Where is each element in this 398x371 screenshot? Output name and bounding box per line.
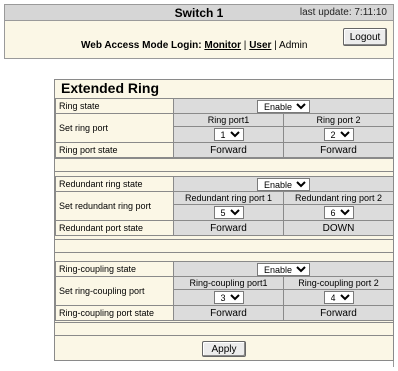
apply-button[interactable]: Apply: [202, 341, 246, 357]
ring-state-label: Ring state: [55, 98, 174, 114]
panel-title: Extended Ring: [55, 80, 393, 98]
coupling-state-cell: Enable: [173, 261, 394, 277]
redundant-state-select[interactable]: Enable: [257, 177, 310, 191]
monitor-link[interactable]: Monitor: [204, 40, 241, 51]
redundant-port2-header: Redundant ring port 2: [283, 191, 394, 205]
login-separator: |: [243, 40, 247, 51]
set-coupling-port-label: Set ring-coupling port: [55, 276, 174, 306]
coupling-table: Ring-coupling state Enable Set ring-coup…: [55, 261, 394, 321]
ring-port1-state: Forward: [173, 142, 284, 158]
redundant-port2-cell: 6: [283, 204, 394, 221]
section-divider: [55, 322, 393, 336]
coupling-port1-header: Ring-coupling port1: [173, 276, 284, 290]
extended-ring-panel: Extended Ring Ring state Enable Set ring…: [54, 79, 394, 361]
redundant-port2-select[interactable]: 6: [323, 206, 354, 219]
coupling-state-select[interactable]: Enable: [257, 262, 310, 276]
ring-port2-select[interactable]: 2: [323, 128, 354, 141]
ring-port2-state: Forward: [283, 142, 394, 158]
coupling-port2-cell: 4: [283, 289, 394, 306]
redundant-port1-header: Redundant ring port 1: [173, 191, 284, 205]
redundant-port1-cell: 5: [173, 204, 284, 221]
redundant-port1-state: Forward: [173, 220, 284, 236]
ring-state-select[interactable]: Enable: [257, 99, 310, 113]
coupling-port1-cell: 3: [173, 289, 284, 306]
coupling-port2-header: Ring-coupling port 2: [283, 276, 394, 290]
redundant-state-label: Redundant ring state: [55, 176, 174, 192]
ring-port1-select[interactable]: 1: [213, 128, 244, 141]
coupling-port2-state: Forward: [283, 305, 394, 321]
title-bar: Switch 1 last update: 7:11:10: [4, 4, 394, 21]
ring-port2-header: Ring port 2: [283, 113, 394, 127]
ring-port1-cell: 1: [173, 126, 284, 143]
last-update-text: last update: 7:11:10: [299, 7, 387, 18]
apply-row: Apply: [55, 338, 393, 358]
login-mode-text: Web Access Mode Login: Monitor | User | …: [81, 40, 307, 51]
coupling-port-state-label: Ring-coupling port state: [55, 305, 174, 321]
redundant-port-state-label: Redundant port state: [55, 220, 174, 236]
ring-port-state-label: Ring port state: [55, 142, 174, 158]
coupling-port1-select[interactable]: 3: [213, 291, 244, 304]
coupling-port1-state: Forward: [173, 305, 284, 321]
ring-port1-header: Ring port1: [173, 113, 284, 127]
ring-table: Ring state Enable Set ring port Ring por…: [55, 98, 394, 158]
ring-state-cell: Enable: [173, 98, 394, 114]
logout-button[interactable]: Logout: [343, 28, 387, 46]
redundant-table: Redundant ring state Enable Set redundan…: [55, 176, 394, 236]
admin-mode-text: | Admin: [274, 40, 308, 51]
section-divider: [55, 239, 393, 253]
coupling-state-label: Ring-coupling state: [55, 261, 174, 277]
login-prefix: Web Access Mode Login:: [81, 40, 202, 51]
set-ring-port-label: Set ring port: [55, 113, 174, 143]
coupling-port2-select[interactable]: 4: [323, 291, 354, 304]
user-link[interactable]: User: [249, 40, 271, 51]
redundant-state-cell: Enable: [173, 176, 394, 192]
ring-port2-cell: 2: [283, 126, 394, 143]
section-divider: [55, 158, 393, 172]
login-bar: Web Access Mode Login: Monitor | User | …: [4, 21, 394, 59]
redundant-port2-state: DOWN: [283, 220, 394, 236]
set-redundant-port-label: Set redundant ring port: [55, 191, 174, 221]
redundant-port1-select[interactable]: 5: [213, 206, 244, 219]
